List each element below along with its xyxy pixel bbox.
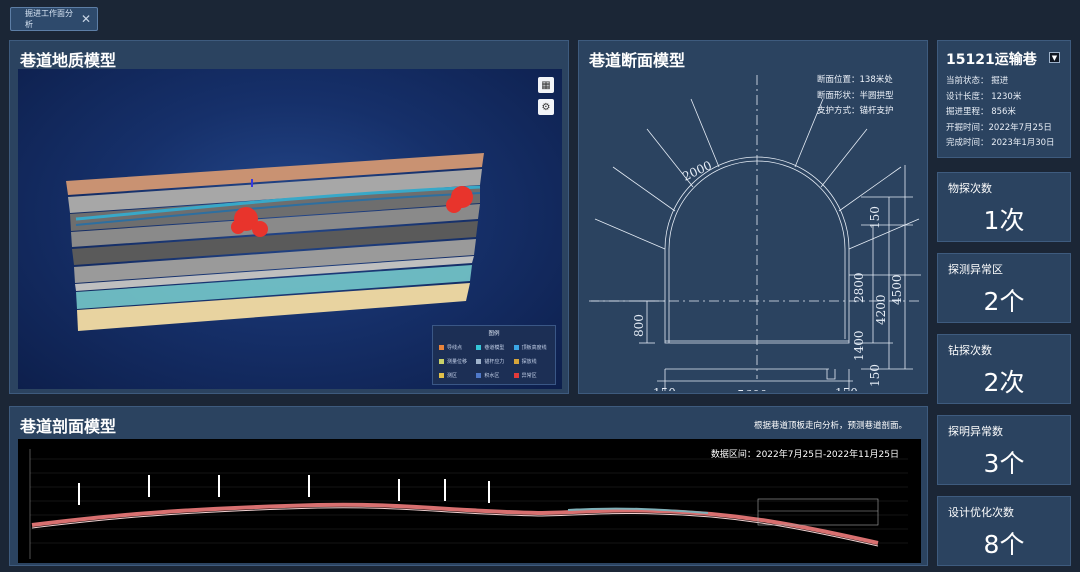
stat-confirmed-anomalies: 探明异常数 3个 <box>937 415 1071 485</box>
legend: 图例 导线点 巷道模型 顶板高度线测量位移 锚杆应力 探放线测区 积水区 异常区 <box>432 325 556 385</box>
dim-top: 150 <box>868 206 882 229</box>
legend-swatch-icon <box>439 359 444 364</box>
legend-label: 导线点 <box>447 345 463 351</box>
legend-label: 锚杆应力 <box>484 359 505 365</box>
stat-label: 物探次数 <box>948 182 992 195</box>
data-range: 数据区间：2022年7月25日-2022年11月25日 <box>710 450 899 460</box>
profile-model-panel: 巷道剖面模型 根据巷道顶板走向分析，预测巷道剖面。 数据区间：2022年7月25… <box>9 406 928 566</box>
stat-design-optimizations: 设计优化次数 8个 <box>937 496 1071 566</box>
chevron-down-icon[interactable]: ▼ <box>1049 52 1060 63</box>
current-status: 当前状态： 掘进 <box>946 76 1009 86</box>
start-time: 开掘时间：2022年7月25日 <box>946 122 1052 133</box>
section-info: 断面位置：138米处 断面形状：半圆拱型 支护方式：锚杆支护 <box>817 73 894 120</box>
legend-item: 导线点 <box>439 344 476 351</box>
legend-item: 顶板高度线 <box>513 344 551 351</box>
legend-swatch-icon <box>476 359 482 364</box>
completion-time: 完成时间： 2023年1月30日 <box>946 138 1055 148</box>
tab-excavation-analysis[interactable]: 掘进工作面分析 ✕ <box>10 7 98 31</box>
roadway-info-rows: 当前状态： 掘进 设计长度： 1230米 掘进里程： 856米 开掘时间：202… <box>946 74 1055 152</box>
dim-mid: 2800 <box>852 272 866 303</box>
legend-label: 异常区 <box>521 373 537 379</box>
stat-value: 1次 <box>983 206 1025 235</box>
support-method: 支护方式：锚杆支护 <box>817 106 894 116</box>
stat-label: 探明异常数 <box>948 425 1003 438</box>
dim-b-left: 150 <box>653 386 676 391</box>
panel-title: 巷道剖面模型 <box>20 417 117 436</box>
legend-swatch-icon <box>476 373 482 378</box>
panel-title: 巷道地质模型 <box>20 51 117 70</box>
dim-total: 4200 <box>874 294 888 325</box>
legend-item: 巷道模型 <box>476 344 513 351</box>
close-icon[interactable]: ✕ <box>81 12 91 26</box>
dim-outer: 4500 <box>890 274 904 305</box>
geology-3d-view[interactable]: ▦ ⚙ 图例 导线点 巷道模型 顶板高度线测量位移 锚杆应力 探放线测区 积水区 异常区 <box>18 69 562 389</box>
settings-tool-icon[interactable]: ⚙ <box>538 99 554 115</box>
section-shape: 断面形状：半圆拱型 <box>817 90 894 101</box>
legend-swatch-icon <box>476 345 482 350</box>
legend-swatch-icon <box>513 373 519 378</box>
profile-view[interactable]: 数据区间：2022年7月25日-2022年11月25日 <box>18 439 921 563</box>
legend-swatch-icon <box>439 373 444 378</box>
legend-item: 异常区 <box>513 372 551 379</box>
stat-value: 2次 <box>983 368 1025 397</box>
design-length: 设计长度： 1230米 <box>946 91 1022 102</box>
legend-title: 图例 <box>488 331 500 337</box>
stat-geophysical-count: 物探次数 1次 <box>937 172 1071 242</box>
legend-label: 探放线 <box>521 359 537 365</box>
stat-anomaly-zones: 探测异常区 2个 <box>937 253 1071 323</box>
legend-item: 测量位移 <box>439 358 476 365</box>
stat-value: 3个 <box>983 449 1025 478</box>
dim-b-right: 150 <box>835 386 858 391</box>
dim-low: 1400 <box>852 330 866 361</box>
legend-label: 巷道模型 <box>484 345 505 351</box>
legend-label: 积水区 <box>484 373 500 379</box>
legend-item: 积水区 <box>476 372 513 379</box>
legend-swatch-icon <box>513 359 519 364</box>
layers-tool-icon[interactable]: ▦ <box>538 77 554 93</box>
legend-label: 测量位移 <box>447 359 468 365</box>
legend-item: 探放线 <box>513 358 551 365</box>
legend-swatch-icon <box>513 345 519 350</box>
section-model-panel: 巷道断面模型 2000 150 2800 4200 4500 1400 150 … <box>578 40 928 394</box>
stat-label: 钻探次数 <box>948 344 992 357</box>
excavation-mileage: 掘进里程： 856米 <box>946 107 1016 117</box>
geology-model-panel: 巷道地质模型 ▦ ⚙ 图例 导线点 巷道模型 顶板高度线 测量位移 锚杆应力 探… <box>9 40 569 394</box>
profile-note: 根据巷道顶板走向分析，预测巷道剖面。 <box>753 421 907 431</box>
legend-item: 测区 <box>439 372 476 379</box>
stat-value: 2个 <box>983 287 1025 316</box>
dim-left: 800 <box>632 314 646 337</box>
legend-grid: 导线点 巷道模型 顶板高度线测量位移 锚杆应力 探放线测区 积水区 异常区 <box>433 337 555 379</box>
stat-label: 探测异常区 <box>948 263 1003 276</box>
tab-label: 掘进工作面分析 <box>25 9 73 29</box>
roadway-info-card: 15121运输巷 ▼ 当前状态： 掘进 设计长度： 1230米 掘进里程： 85… <box>937 40 1071 158</box>
roadway-title: 15121运输巷 <box>946 52 1037 68</box>
legend-swatch-icon <box>439 345 444 350</box>
section-position: 断面位置：138米处 <box>817 75 893 85</box>
legend-item: 锚杆应力 <box>476 358 513 365</box>
dim-bottom: 150 <box>868 364 882 387</box>
stat-value: 8个 <box>983 530 1025 559</box>
dim-arc: 2000 <box>680 158 714 184</box>
dim-w-inner: 5600 <box>737 388 768 391</box>
panel-title: 巷道断面模型 <box>589 51 686 70</box>
stat-drilling-count: 钻探次数 2次 <box>937 334 1071 404</box>
legend-label: 顶板高度线 <box>521 345 547 351</box>
stat-label: 设计优化次数 <box>948 506 1014 519</box>
legend-label: 测区 <box>447 373 458 379</box>
